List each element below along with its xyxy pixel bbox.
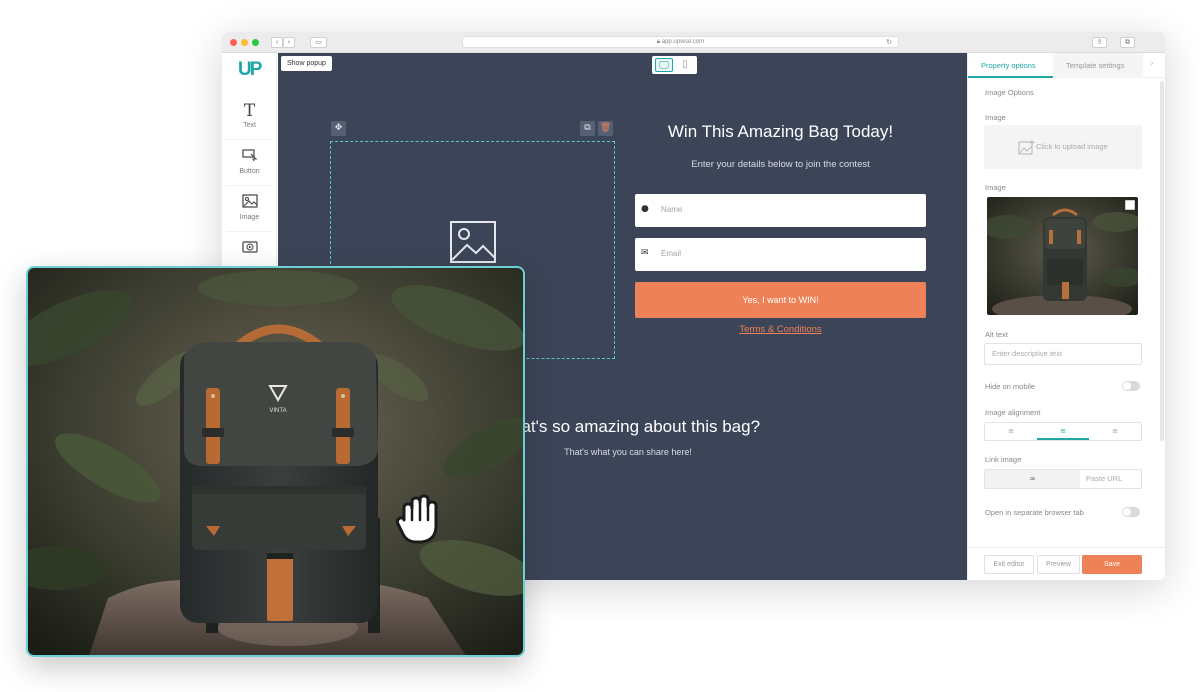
- align-left-icon[interactable]: ≡: [985, 423, 1037, 440]
- panel-tabs: Property options Template settings ›: [968, 53, 1165, 78]
- desktop-view-icon[interactable]: 🖵︎: [655, 58, 673, 72]
- image-label: Image: [985, 113, 1006, 122]
- image-placeholder-icon: [450, 221, 496, 263]
- device-toggle: 🖵︎ ▯: [652, 56, 697, 74]
- url-bar[interactable]: 🔒︎ app.upviral.com ↻: [462, 36, 899, 48]
- alt-text-input[interactable]: Enter descriptive text: [984, 343, 1142, 365]
- tool-text-label: Text: [243, 122, 256, 129]
- win-cta-button[interactable]: Yes, I want to WIN!: [635, 282, 926, 318]
- upload-text: Click to upload image: [1036, 142, 1108, 151]
- sidebar-toggle-icon[interactable]: ▭: [310, 37, 327, 48]
- hide-on-mobile-toggle[interactable]: [1122, 381, 1140, 391]
- grab-cursor-icon: [395, 494, 438, 544]
- image-alignment-group: ≡ ≡ ≡: [984, 422, 1142, 441]
- open-new-tab-label: Open in separate browser tab: [985, 508, 1084, 517]
- terms-link[interactable]: Terms & Conditions: [635, 324, 926, 335]
- open-new-tab-toggle[interactable]: [1122, 507, 1140, 517]
- reload-icon[interactable]: ↻: [886, 37, 892, 47]
- duplicate-icon[interactable]: ⧉: [580, 121, 595, 136]
- upviral-logo: UP: [238, 59, 262, 80]
- video-icon: [226, 238, 273, 260]
- upload-image-dropzone[interactable]: Click to upload image: [984, 125, 1142, 169]
- close-window-button[interactable]: [230, 39, 237, 46]
- popup-subtitle[interactable]: Enter your details below to join the con…: [635, 159, 926, 170]
- stage: ‹ › ▭ 🔒︎ app.upviral.com ↻ ⇪ ⧉ UP T Text: [0, 0, 1200, 692]
- lock-icon: 🔒︎: [656, 38, 661, 45]
- show-popup-button[interactable]: Show popup: [281, 56, 332, 71]
- align-right-icon[interactable]: ≡: [1089, 423, 1141, 440]
- name-placeholder: Name: [661, 205, 683, 214]
- url-text: app.upviral.com: [661, 39, 705, 45]
- move-handle-icon[interactable]: ✥: [331, 121, 346, 136]
- browser-titlebar: ‹ › ▭ 🔒︎ app.upviral.com ↻ ⇪ ⧉: [222, 32, 1165, 53]
- image-thumbnail[interactable]: [987, 197, 1138, 315]
- align-center-icon[interactable]: ≡: [1037, 423, 1089, 440]
- tool-button[interactable]: Button: [226, 146, 273, 186]
- panel-footer: Exit editor Preview Save: [968, 547, 1165, 580]
- image-preview-label: Image: [985, 183, 1006, 192]
- maximize-window-button[interactable]: [252, 39, 259, 46]
- tool-text[interactable]: T Text: [226, 100, 273, 140]
- chevron-right-icon[interactable]: ›: [1150, 59, 1154, 69]
- tool-image-label: Image: [239, 214, 260, 221]
- minimize-window-button[interactable]: [241, 39, 248, 46]
- tool-image[interactable]: Image: [226, 192, 273, 232]
- image-alignment-label: Image alignment: [985, 408, 1041, 417]
- tabs-icon[interactable]: ⧉: [1120, 37, 1135, 48]
- back-icon[interactable]: ‹: [271, 37, 283, 48]
- name-field[interactable]: ● Name: [635, 194, 926, 227]
- text-icon: T: [243, 101, 256, 121]
- share-icon[interactable]: ⇪: [1092, 37, 1107, 48]
- backpack-photo[interactable]: VINTA: [26, 266, 525, 657]
- hide-on-mobile-label: Hide on mobile: [985, 382, 1036, 391]
- exit-editor-button[interactable]: Exit editor: [984, 555, 1034, 574]
- link-image-label: Link image: [985, 455, 1022, 464]
- preview-button[interactable]: Preview: [1037, 555, 1080, 574]
- tab-template-settings[interactable]: Template settings: [1053, 53, 1143, 78]
- popup-title[interactable]: Win This Amazing Bag Today!: [635, 122, 926, 142]
- link-image-group: ∞ Paste URL: [984, 469, 1142, 489]
- tool-button-label: Button: [239, 168, 260, 175]
- delete-icon[interactable]: 🗑︎: [598, 121, 613, 136]
- tab-property-options[interactable]: Property options: [968, 53, 1053, 78]
- link-icon[interactable]: ∞: [985, 470, 1080, 488]
- svg-text:VINTA: VINTA: [269, 408, 286, 414]
- button-icon: [226, 146, 273, 168]
- add-image-icon: [1018, 140, 1035, 155]
- property-panel: Property options Template settings › Ima…: [967, 53, 1165, 580]
- email-field[interactable]: ✉ Email: [635, 238, 926, 271]
- image-icon: [226, 192, 273, 214]
- forward-icon[interactable]: ›: [283, 37, 295, 48]
- email-placeholder: Email: [661, 249, 682, 258]
- alt-text-label: Alt text: [985, 330, 1008, 339]
- save-button[interactable]: Save: [1082, 555, 1142, 574]
- image-options-heading: Image Options: [985, 88, 1034, 97]
- envelope-icon: ✉: [641, 248, 649, 258]
- thumbnail-select-checkbox[interactable]: [1125, 200, 1135, 210]
- paste-url-input[interactable]: Paste URL: [1086, 470, 1122, 488]
- user-icon: ●: [641, 204, 649, 214]
- panel-scrollbar[interactable]: [1160, 81, 1164, 441]
- mobile-view-icon[interactable]: ▯: [676, 58, 694, 72]
